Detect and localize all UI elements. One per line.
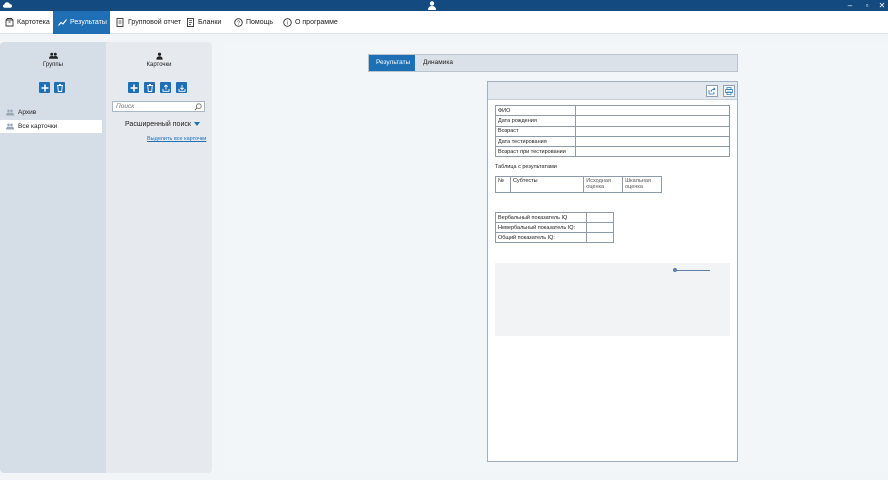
table-row: Вербальный показатель IQ bbox=[495, 212, 614, 223]
menu-item-label: Групповой отчет bbox=[128, 19, 182, 26]
tab-results[interactable]: Результаты bbox=[369, 55, 415, 71]
upload-icon bbox=[162, 83, 169, 92]
table-row: Общий показатель IQ: bbox=[495, 232, 614, 243]
results-table-caption: Таблица с результатами bbox=[495, 164, 557, 170]
cards-title: Карточки bbox=[106, 52, 212, 68]
table-row: Невербальный показатель IQ: bbox=[495, 222, 614, 233]
plus-icon bbox=[41, 84, 48, 91]
group-item-archive[interactable]: Архив bbox=[0, 106, 102, 119]
menu-item-about[interactable]: i О программе bbox=[278, 11, 344, 34]
delete-group-button[interactable] bbox=[54, 82, 65, 93]
cabinet-icon bbox=[5, 18, 14, 27]
menu-item-label: Бланки bbox=[198, 19, 222, 26]
triangle-down-icon bbox=[193, 122, 200, 127]
menu-item-label: Картотека bbox=[17, 19, 50, 26]
menu-item-label: Помощь bbox=[246, 19, 274, 26]
trash-icon bbox=[56, 83, 63, 92]
results-tabs: Результаты Динамика bbox=[368, 54, 738, 72]
group-report-icon bbox=[116, 18, 124, 27]
select-all-cards-link[interactable]: Выделить все карточки bbox=[147, 136, 206, 142]
table-row: Дата тестирования bbox=[495, 135, 730, 148]
info-icon: i bbox=[283, 18, 292, 27]
import-card-button[interactable] bbox=[176, 82, 187, 93]
graph-line bbox=[676, 269, 710, 271]
group-icon bbox=[6, 109, 14, 116]
download-icon bbox=[178, 84, 185, 92]
tab-dynamics[interactable]: Динамика bbox=[416, 55, 460, 71]
table-row: ФИО bbox=[495, 104, 730, 117]
add-group-button[interactable] bbox=[39, 82, 50, 93]
menu-item-label: О программе bbox=[295, 19, 338, 26]
table-row: Дата рождения bbox=[495, 115, 730, 127]
maximize-button[interactable]: ▫ bbox=[859, 0, 875, 11]
groups-title: Группы bbox=[0, 52, 106, 68]
close-button[interactable]: ✕ bbox=[874, 0, 888, 11]
plus-icon bbox=[130, 84, 137, 91]
results-graph-area bbox=[495, 263, 730, 336]
table-row: Возраст bbox=[495, 125, 730, 137]
search-box bbox=[112, 101, 205, 112]
search-input[interactable] bbox=[113, 102, 191, 111]
person-icon bbox=[155, 52, 163, 60]
user-icon[interactable] bbox=[428, 1, 436, 10]
results-table: № Субтесты Исходная оценка Шкальная оцен… bbox=[495, 176, 662, 193]
groups-panel: Группы Архив Все карточки bbox=[0, 42, 106, 473]
menu-item-help[interactable]: ? Помощь bbox=[229, 11, 279, 34]
table-row: Возраст при тестировании bbox=[495, 146, 730, 158]
cloud-logo-icon bbox=[3, 2, 12, 8]
patient-info-table: ФИО Дата рождения Возраст Дата тестирова… bbox=[495, 104, 730, 158]
forms-icon bbox=[187, 18, 194, 27]
export-report-button[interactable] bbox=[706, 85, 718, 97]
menu-item-results[interactable]: Результаты bbox=[53, 11, 110, 34]
add-card-button[interactable] bbox=[128, 82, 139, 93]
iq-table: Вербальный показатель IQ Невербальный по… bbox=[495, 212, 614, 243]
title-bar: – ▫ ✕ bbox=[0, 0, 888, 11]
table-row: № Субтесты Исходная оценка Шкальная оцен… bbox=[495, 176, 662, 193]
search-icon[interactable] bbox=[194, 103, 202, 111]
printer-icon bbox=[725, 87, 733, 95]
svg-text:?: ? bbox=[237, 21, 240, 27]
print-report-button[interactable] bbox=[723, 85, 735, 97]
groups-icon bbox=[48, 52, 58, 59]
menu-bar: Картотека Результаты Групповой отчет Бла… bbox=[0, 11, 888, 34]
export-card-button[interactable] bbox=[160, 82, 171, 93]
delete-card-button[interactable] bbox=[144, 82, 155, 93]
advanced-search-toggle[interactable]: Расширенный поиск bbox=[125, 121, 200, 128]
svg-text:i: i bbox=[287, 21, 288, 27]
menu-item-label: Результаты bbox=[70, 19, 107, 26]
group-item-all-cards[interactable]: Все карточки bbox=[0, 120, 102, 133]
menu-item-cabinet[interactable]: Картотека bbox=[0, 11, 56, 34]
report-preview: ФИО Дата рождения Возраст Дата тестирова… bbox=[487, 81, 738, 462]
menu-item-forms[interactable]: Бланки bbox=[181, 11, 227, 34]
group-icon bbox=[6, 123, 14, 130]
chart-line-icon bbox=[58, 19, 67, 26]
share-icon bbox=[708, 87, 716, 95]
trash-icon bbox=[146, 83, 153, 92]
minimize-button[interactable]: – bbox=[842, 0, 858, 11]
menu-item-group-report[interactable]: Групповой отчет bbox=[111, 11, 187, 34]
report-toolbar bbox=[488, 82, 737, 100]
help-icon: ? bbox=[234, 18, 243, 27]
